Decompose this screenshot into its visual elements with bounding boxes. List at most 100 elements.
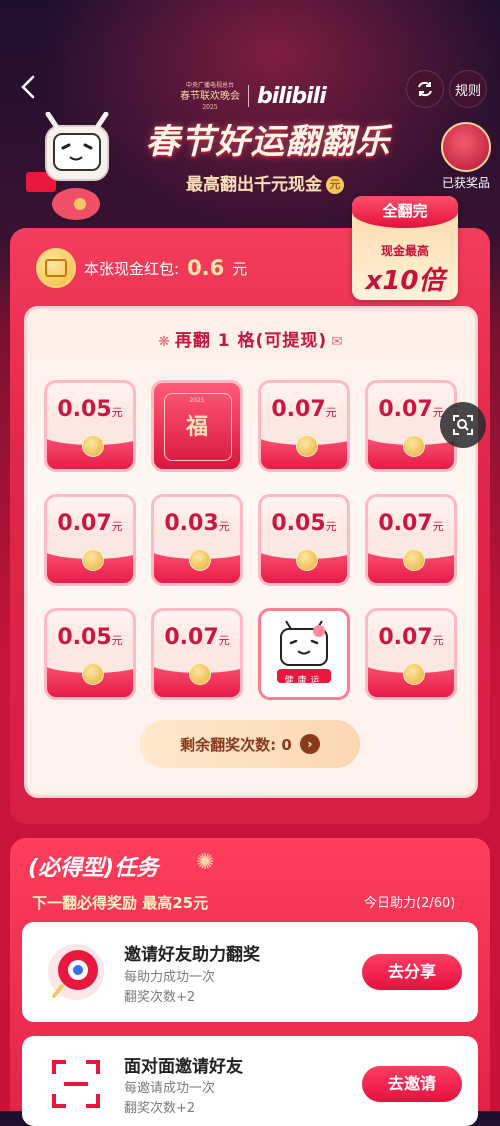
red-envelope-tile[interactable]: 0.05元 (258, 494, 350, 586)
tile-value: 0.07 (271, 397, 326, 422)
task-desc: 每助力成功一次 (124, 970, 216, 985)
prizes-button[interactable]: 已获奖品 (436, 122, 496, 191)
tile-amount: 0.05元 (47, 397, 133, 422)
tile-amount: 0.07元 (368, 625, 454, 650)
badge-line: 现金最高 (380, 244, 429, 258)
lucky-bag-icon (441, 122, 491, 172)
coin-icon (189, 663, 211, 685)
coin-icon (403, 549, 425, 571)
fu-blessing-tile[interactable]: 2025 福 (151, 380, 243, 472)
tile-value: 0.05 (57, 397, 112, 422)
scan-icon (52, 1060, 100, 1108)
task-bonus: 翻奖次数+2 (124, 990, 196, 1005)
board-title: ❋ 再翻 1 格(可提现) ✉ (24, 326, 478, 351)
firework-icon: ✺ (196, 850, 215, 875)
tile-value: 0.05 (57, 625, 112, 650)
coin-icon: 元 (326, 176, 344, 194)
tile-unit: 元 (432, 634, 444, 647)
megaphone-icon (48, 944, 104, 1000)
task-name: 面对面邀请好友 (124, 1057, 243, 1077)
red-envelope-tile[interactable]: 0.07元 (151, 608, 243, 700)
gala-small-text: 中央广播电视总台 (185, 81, 234, 89)
coin-icon (82, 435, 104, 457)
remaining-flips-button[interactable]: 剩余翻奖次数: 0 › (140, 720, 360, 768)
remaining-flips-label: 剩余翻奖次数: 0 (180, 735, 292, 754)
tile-luck-text: 健康运 (284, 676, 324, 686)
logo-divider (248, 85, 249, 107)
task-desc: 每邀请成功一次 (124, 1081, 216, 1096)
tile-value: 0.07 (378, 625, 433, 650)
coin-icon (403, 663, 425, 685)
chevron-right-icon: › (299, 734, 320, 754)
wallet-coin-icon (36, 248, 76, 288)
tile-value: 0.03 (164, 511, 219, 536)
health-luck-tile[interactable]: 健康运 (258, 608, 350, 700)
tile-value: 0.07 (378, 511, 433, 536)
subtitle-text: 最高翻出千元现金 (186, 175, 322, 195)
tile-amount: 0.05元 (47, 625, 133, 650)
bilibili-logo: bilibili (257, 83, 327, 109)
daily-assist-count: 今日助力(2/60) (364, 896, 456, 911)
tile-value: 0.07 (164, 625, 219, 650)
coin-icon (189, 549, 211, 571)
task-name: 邀请好友助力翻奖 (124, 945, 260, 965)
badge-top-label: 全翻完 (352, 196, 458, 228)
refresh-button[interactable] (406, 70, 444, 108)
cash-value: 0.6 (187, 256, 225, 280)
tile-unit: 元 (218, 634, 230, 647)
fu-character: 福 (185, 415, 208, 440)
badge-multiplier: x10倍 (365, 266, 445, 296)
tile-amount: 0.05元 (261, 511, 347, 536)
coin-icon (82, 663, 104, 685)
back-button[interactable] (14, 72, 44, 102)
visual-search-button[interactable] (440, 402, 486, 448)
tile-unit: 元 (432, 520, 444, 533)
red-envelope-tile[interactable]: 0.03元 (151, 494, 243, 586)
tile-amount: 0.07元 (154, 625, 240, 650)
red-envelope-tile[interactable]: 0.07元 (258, 380, 350, 472)
tile-value: 0.07 (378, 397, 433, 422)
coin-icon (296, 549, 318, 571)
gala-logo: 中央广播电视总台 春节联欢晚会 2025 (180, 80, 240, 113)
refresh-icon (418, 81, 432, 97)
tile-unit: 元 (111, 406, 123, 419)
tile-unit: 元 (325, 406, 337, 419)
invite-button[interactable]: 去邀请 (362, 1066, 462, 1102)
tasks-subtitle: 下一翻必得奖励 最高25元 (32, 894, 209, 912)
page-title: 春节好运翻翻乐 (145, 122, 391, 162)
cash-unit: 元 (232, 259, 248, 278)
rules-button[interactable]: 规则 (449, 70, 487, 108)
share-button[interactable]: 去分享 (362, 954, 462, 990)
tile-amount: 0.07元 (261, 397, 347, 422)
red-envelope-tile[interactable]: 0.05元 (44, 608, 136, 700)
cash-label: 本张现金红包: (84, 259, 180, 278)
prizes-label: 已获奖品 (441, 176, 490, 190)
red-envelope-tile[interactable]: 0.07元 (44, 494, 136, 586)
tile-unit: 元 (218, 520, 230, 533)
tile-year: 2025 (189, 397, 205, 404)
red-envelope-icon: ✉ (331, 334, 344, 350)
chevron-left-icon (21, 75, 35, 99)
tile-value: 0.05 (271, 511, 326, 536)
logo-row: 中央广播电视总台 春节联欢晚会 2025 bilibili (180, 78, 327, 114)
tile-unit: 元 (325, 520, 337, 533)
red-envelope-tile[interactable]: 0.07元 (365, 494, 457, 586)
tile-amount: 0.07元 (368, 511, 454, 536)
board-title-text: 再翻 1 格(可提现) (174, 331, 328, 351)
full-flip-badge: 全翻完 现金最高 x10倍 (352, 196, 458, 300)
task-bonus: 翻奖次数+2 (124, 1101, 196, 1116)
tile-amount: 0.07元 (47, 511, 133, 536)
sparkle-icon: ❋ (158, 334, 171, 350)
tasks-title: (必得型)任务 (28, 856, 159, 881)
red-envelope-tile[interactable]: 0.05元 (44, 380, 136, 472)
gala-year: 2025 (202, 103, 218, 111)
tile-value: 0.07 (57, 511, 112, 536)
red-envelope-tile[interactable]: 0.07元 (365, 608, 457, 700)
coin-icon (403, 435, 425, 457)
lens-search-icon (453, 415, 473, 435)
tile-unit: 元 (111, 520, 123, 533)
tile-unit: 元 (111, 634, 123, 647)
page-subtitle: 最高翻出千元现金元 (150, 170, 380, 195)
mascot-icon (26, 112, 109, 220)
coin-icon (296, 435, 318, 457)
